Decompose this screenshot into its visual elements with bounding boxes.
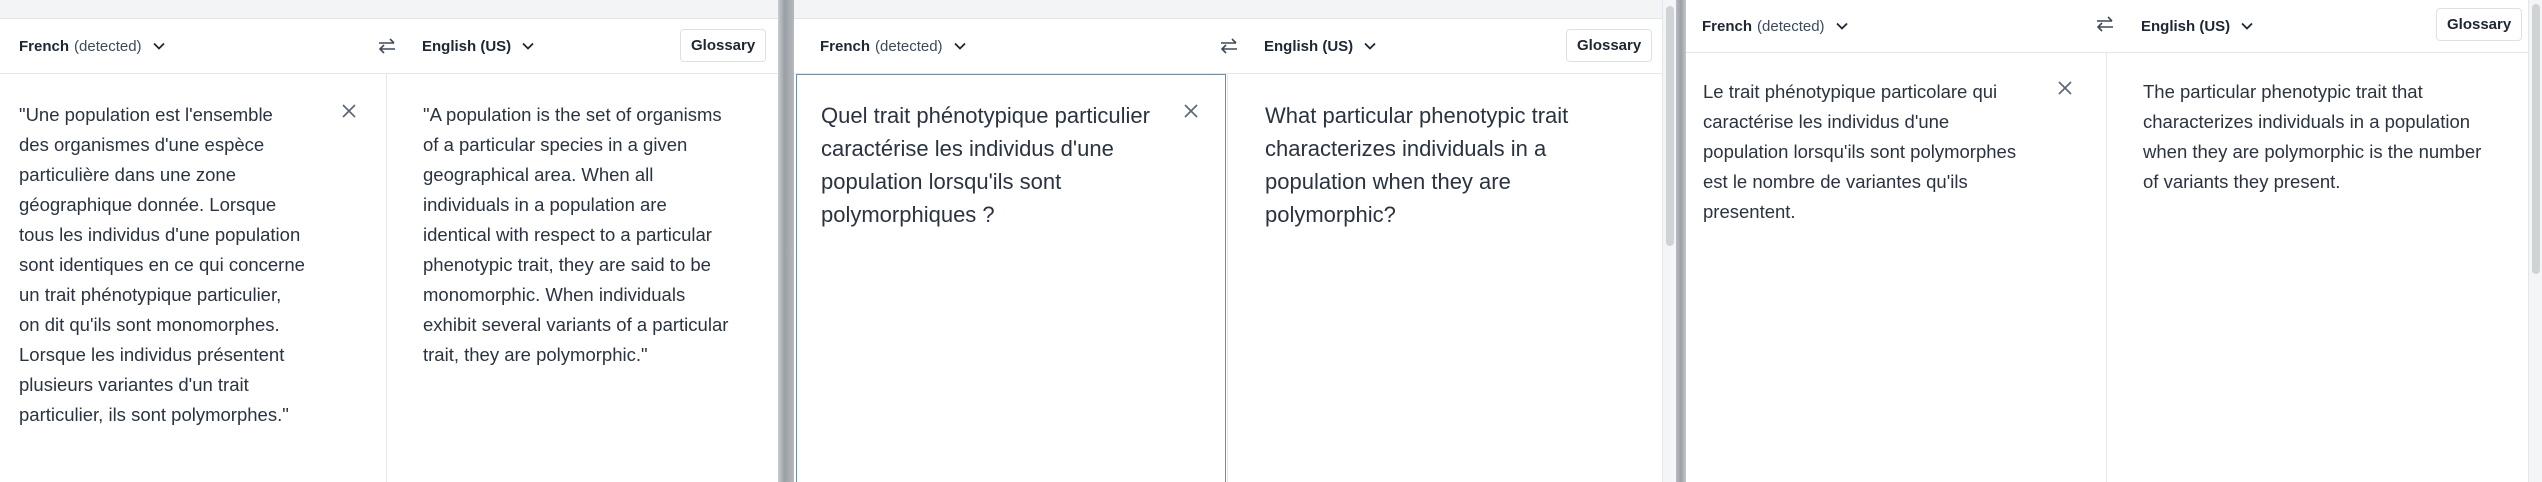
window-top-strip xyxy=(794,0,1676,19)
target-language-name: English (US) xyxy=(2141,17,2231,35)
window-top-strip xyxy=(0,0,780,19)
source-text-area[interactable]: Quel trait phénotypique particulier cara… xyxy=(821,99,1181,231)
target-language-selector[interactable]: English (US) xyxy=(1264,37,1379,55)
source-language-name: French xyxy=(19,37,70,55)
chevron-down-icon xyxy=(152,42,165,50)
language-bar: French (detected) English (US) Glossary xyxy=(794,19,1676,74)
target-language-name: English (US) xyxy=(1264,37,1354,55)
source-language-selector[interactable]: French (detected) xyxy=(1702,17,1851,35)
clear-text-icon[interactable] xyxy=(340,102,358,120)
source-language-selector[interactable]: French (detected) xyxy=(820,37,969,55)
chevron-down-icon xyxy=(1364,42,1376,50)
column-divider xyxy=(2106,53,2107,482)
source-language-detected-tag: (detected) xyxy=(74,37,142,55)
swap-languages-icon[interactable] xyxy=(376,35,398,57)
target-text-area: The particular phenotypic trait that cha… xyxy=(2143,81,2482,192)
column-divider xyxy=(1227,74,1228,482)
source-text-area[interactable]: Le trait phénotypique particolare qui ca… xyxy=(1703,77,2053,227)
source-language-name: French xyxy=(1702,17,1753,35)
column-divider xyxy=(386,74,387,482)
target-text-area: "A population is the set of organisms of… xyxy=(423,104,729,365)
clear-text-icon[interactable] xyxy=(2056,79,2074,97)
translator-window-3: French (detected) English (US) Glossary … xyxy=(1686,0,2542,482)
scrollbar-track[interactable] xyxy=(2528,0,2542,482)
glossary-button[interactable]: Glossary xyxy=(1566,29,1653,62)
chevron-down-icon xyxy=(2241,22,2253,30)
swap-languages-icon[interactable] xyxy=(1218,35,1240,57)
scrollbar-track[interactable] xyxy=(1662,0,1676,482)
translator-window-1: French (detected) English (US) Glossary … xyxy=(0,0,780,482)
glossary-button[interactable]: Glossary xyxy=(680,29,767,62)
chevron-down-icon xyxy=(522,42,534,50)
language-bar: French (detected) English (US) Glossary xyxy=(1686,0,2542,53)
chevron-down-icon xyxy=(1835,22,1848,30)
chevron-down-icon xyxy=(953,42,966,50)
target-language-selector[interactable]: English (US) xyxy=(2141,17,2256,35)
swap-languages-icon[interactable] xyxy=(2094,13,2116,35)
source-language-detected-tag: (detected) xyxy=(875,37,943,55)
target-language-selector[interactable]: English (US) xyxy=(422,37,537,55)
window-shadow xyxy=(778,0,794,482)
language-bar: French (detected) English (US) Glossary xyxy=(0,19,780,74)
scrollbar-thumb[interactable] xyxy=(2532,4,2540,274)
source-language-detected-tag: (detected) xyxy=(1757,17,1825,35)
target-language-name: English (US) xyxy=(422,37,512,55)
scrollbar-thumb[interactable] xyxy=(1666,6,1674,246)
target-text-area: What particular phenotypic trait charact… xyxy=(1265,103,1569,227)
translator-window-2: French (detected) English (US) Glossary … xyxy=(794,0,1676,482)
window-shadow xyxy=(1676,0,1686,482)
source-text-area[interactable]: "Une population est l'ensemble des organ… xyxy=(19,100,339,430)
clear-text-icon[interactable] xyxy=(1182,102,1200,120)
glossary-button[interactable]: Glossary xyxy=(2436,8,2523,41)
source-language-selector[interactable]: French (detected) xyxy=(19,37,168,55)
source-language-name: French xyxy=(820,37,871,55)
